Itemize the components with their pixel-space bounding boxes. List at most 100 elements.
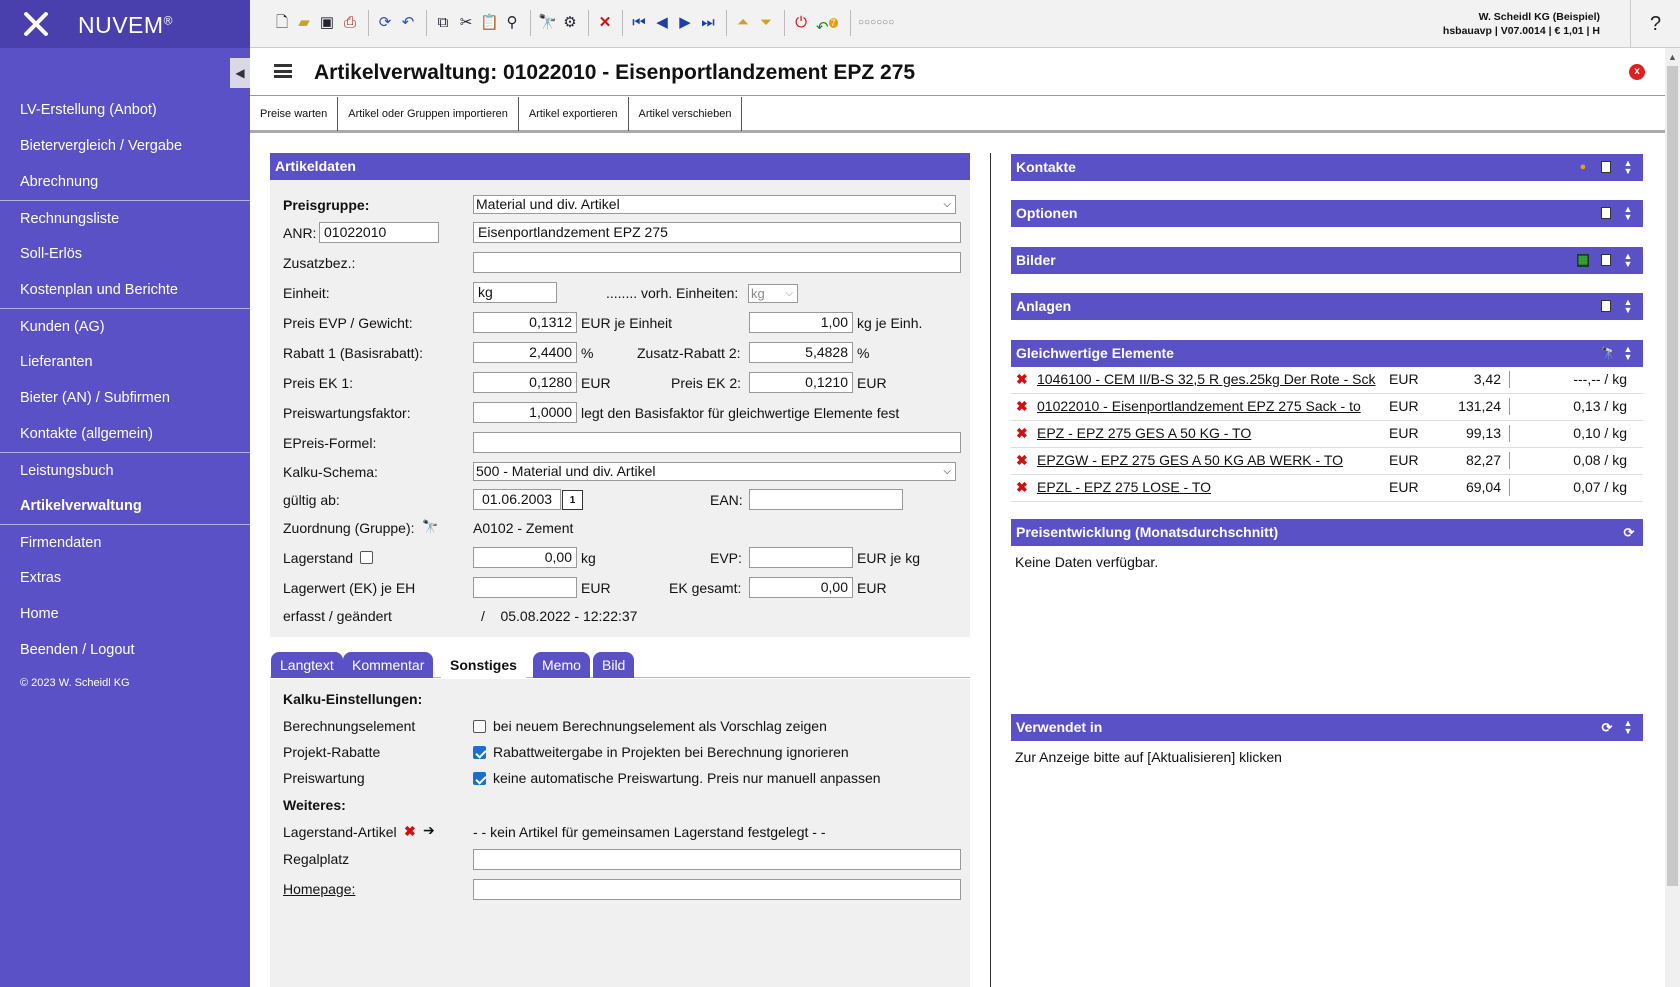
lagerstand-checkbox[interactable] xyxy=(360,551,373,564)
new-document-icon[interactable] xyxy=(1601,254,1611,266)
sidebar-item-kontakte[interactable]: Kontakte (allgemein) xyxy=(0,416,250,452)
ean-input[interactable] xyxy=(749,489,903,510)
scrollbar-thumb[interactable] xyxy=(1667,66,1678,886)
kalku-select[interactable]: 500 - Material und div. Artikel ⌵ xyxy=(473,462,956,481)
paste-icon[interactable]: 📋 xyxy=(480,14,499,32)
action-verschieben[interactable]: Artikel verschieben xyxy=(629,97,743,131)
refresh-icon[interactable]: ⟳ xyxy=(1601,721,1613,734)
sidebar-item-lv-erstellung[interactable]: LV-Erstellung (Anbot) xyxy=(0,92,250,128)
berechnungselement-checkbox[interactable] xyxy=(473,720,486,733)
expand-collapse-icon[interactable]: ▲ ▼ xyxy=(1621,345,1635,362)
binoculars-icon[interactable]: 🔭 xyxy=(538,14,557,32)
lagerwert-input[interactable] xyxy=(473,577,577,598)
epreis-input[interactable] xyxy=(473,432,961,453)
collapse-all-icon[interactable]: ⏶ xyxy=(734,14,752,32)
evp-input[interactable] xyxy=(749,547,853,568)
expand-collapse-icon[interactable]: ▲ ▼ xyxy=(1621,205,1635,222)
next-record-icon[interactable]: ▶ xyxy=(676,14,694,32)
sidebar-item-bieter[interactable]: Bieter (AN) / Subfirmen xyxy=(0,380,250,416)
remove-icon[interactable]: ✖ xyxy=(1016,479,1028,496)
notifications-icon[interactable]: ↶ 7 xyxy=(816,14,838,36)
projekt-rabatte-checkbox[interactable] xyxy=(473,746,486,759)
new-file-icon[interactable]: 🗋 xyxy=(273,14,291,32)
copy-icon[interactable]: ⧉ xyxy=(434,14,452,32)
remove-icon[interactable]: ✖ xyxy=(1016,452,1028,469)
action-exportieren[interactable]: Artikel exportieren xyxy=(519,97,629,131)
remove-icon[interactable]: ✖ xyxy=(1016,371,1028,388)
new-document-icon[interactable] xyxy=(1601,207,1611,219)
einheit-input[interactable]: kg xyxy=(473,282,557,303)
preis-ek2-input[interactable]: 0,1210 xyxy=(749,372,853,393)
sidebar-item-rechnungsliste[interactable]: Rechnungsliste xyxy=(0,200,250,236)
power-icon[interactable]: ⏻ xyxy=(792,14,810,32)
sidebar-item-abrechnung[interactable]: Abrechnung xyxy=(0,164,250,200)
logo[interactable]: NUVEM® xyxy=(0,0,250,48)
remove-icon[interactable]: ✖ xyxy=(404,823,416,840)
action-preise-warten[interactable]: Preise warten xyxy=(250,97,339,131)
page-scrollbar[interactable]: ▲ xyxy=(1665,48,1680,987)
sidebar-item-home[interactable]: Home xyxy=(0,596,250,632)
sidebar-item-artikelverwaltung[interactable]: Artikelverwaltung xyxy=(0,488,250,524)
pwf-input[interactable]: 1,0000 xyxy=(473,402,577,423)
tab-bild[interactable]: Bild xyxy=(593,652,635,678)
last-record-icon[interactable]: ⏭ xyxy=(699,14,717,32)
print-pdf-icon[interactable]: ⎙ xyxy=(341,14,359,32)
expand-collapse-icon[interactable]: ▲ ▼ xyxy=(1621,719,1635,736)
tab-sonstiges[interactable]: Sonstiges xyxy=(441,652,526,678)
first-record-icon[interactable]: ⏮ xyxy=(630,14,648,32)
sidebar-item-bietervergleich[interactable]: Bietervergleich / Vergabe xyxy=(0,128,250,164)
scroll-up-icon[interactable]: ▲ xyxy=(1668,52,1677,62)
homepage-input[interactable] xyxy=(473,879,961,900)
expand-collapse-icon[interactable]: ▲ ▼ xyxy=(1621,252,1635,269)
sidebar-item-firmendaten[interactable]: Firmendaten xyxy=(0,524,250,560)
vorh-einheiten-select[interactable]: kg ⌵ xyxy=(748,284,798,303)
element-link[interactable]: 01022010 - Eisenportlandzement EPZ 275 S… xyxy=(1037,398,1377,414)
remove-icon[interactable]: ✖ xyxy=(1016,398,1028,415)
preisgruppe-select[interactable]: Material und div. Artikel ⌵ xyxy=(473,195,956,214)
element-link[interactable]: 1046100 - CEM II/B-S 32,5 R ges.25kg Der… xyxy=(1037,371,1377,387)
refresh-icon[interactable]: ⟳ xyxy=(376,14,394,32)
action-importieren[interactable]: Artikel oder Gruppen importieren xyxy=(338,97,519,131)
expand-collapse-icon[interactable]: ▲ ▼ xyxy=(1621,159,1635,176)
tab-memo[interactable]: Memo xyxy=(533,652,590,678)
undo-icon[interactable]: ↶ xyxy=(399,14,417,32)
delete-icon[interactable]: ✕ xyxy=(596,14,614,32)
refresh-icon[interactable]: ⟳ xyxy=(1623,526,1635,539)
expand-collapse-icon[interactable]: ▲ ▼ xyxy=(1621,298,1635,315)
remove-icon[interactable]: ✖ xyxy=(1016,425,1028,442)
sidebar-item-lieferanten[interactable]: Lieferanten xyxy=(0,344,250,380)
element-link[interactable]: EPZGW - EPZ 275 GES A 50 KG AB WERK - TO xyxy=(1037,452,1377,468)
help-button[interactable]: ? xyxy=(1630,0,1680,48)
zusatzbez-input[interactable] xyxy=(473,252,961,273)
find-replace-icon[interactable]: ⚲ xyxy=(503,14,521,32)
cut-icon[interactable]: ✂ xyxy=(457,14,475,32)
sidebar-item-soll-erloes[interactable]: Soll-Erlös xyxy=(0,236,250,272)
binoculars-icon[interactable]: 🔭 xyxy=(1601,347,1616,360)
collapse-sidebar-button[interactable]: ◀ xyxy=(230,58,250,88)
zusatz-rabatt-input[interactable]: 5,4828 xyxy=(749,342,853,363)
binoculars-icon[interactable]: 🔭 xyxy=(422,519,438,535)
calendar-icon[interactable]: 1 xyxy=(562,490,583,510)
settings-window-icon[interactable]: ⚙ xyxy=(561,14,579,32)
lagerstand-input[interactable]: 0,00 xyxy=(473,547,577,568)
people-icon[interactable]: ● xyxy=(1577,161,1589,174)
ek-gesamt-input[interactable]: 0,00 xyxy=(749,577,853,598)
close-page-icon[interactable]: x xyxy=(1629,64,1645,80)
prev-record-icon[interactable]: ◀ xyxy=(653,14,671,32)
pagination-dots[interactable]: ○○○○○○ xyxy=(858,14,918,32)
preis-ek1-input[interactable]: 0,1280 xyxy=(473,372,577,393)
new-document-icon[interactable] xyxy=(1601,300,1611,312)
goto-arrow-icon[interactable]: ➔ xyxy=(423,822,435,839)
open-folder-icon[interactable]: ▰ xyxy=(295,14,313,32)
sidebar-item-kunden[interactable]: Kunden (AG) xyxy=(0,308,250,344)
regalplatz-input[interactable] xyxy=(473,849,961,870)
new-document-icon[interactable] xyxy=(1601,161,1611,173)
preis-evp-input[interactable]: 0,1312 xyxy=(473,312,577,333)
hamburger-menu-icon[interactable] xyxy=(274,64,292,78)
sidebar-item-logout[interactable]: Beenden / Logout xyxy=(0,632,250,668)
gewicht-input[interactable]: 1,00 xyxy=(749,312,853,333)
sidebar-item-leistungsbuch[interactable]: Leistungsbuch xyxy=(0,452,250,488)
sidebar-item-extras[interactable]: Extras xyxy=(0,560,250,596)
element-link[interactable]: EPZL - EPZ 275 LOSE - TO xyxy=(1037,479,1377,495)
anr-input[interactable]: 01022010 xyxy=(319,222,439,243)
